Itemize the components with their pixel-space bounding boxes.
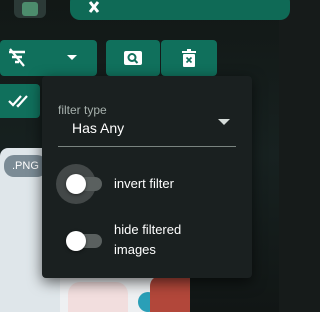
select-all-button[interactable]: [0, 84, 40, 118]
invert-filter-label: invert filter: [114, 176, 174, 191]
top-action-bar[interactable]: [70, 0, 290, 20]
caret-down-icon[interactable]: [66, 54, 78, 62]
image-search-icon: [124, 51, 142, 65]
filter-button[interactable]: [0, 40, 97, 76]
filter-off-icon: [9, 48, 25, 67]
hide-filtered-label: hide filtered images: [114, 222, 182, 257]
image-thumbnail: [60, 276, 190, 312]
dropdown-arrow-icon[interactable]: [218, 119, 230, 125]
delete-button[interactable]: [161, 40, 217, 76]
double-check-icon: [8, 95, 28, 108]
file-type-badge: .PNG: [4, 155, 47, 177]
shuffle-icon: [88, 1, 100, 13]
top-thumbnail[interactable]: [14, 0, 46, 18]
select-underline: [58, 146, 236, 147]
filter-type-label: filter type: [58, 103, 107, 117]
filter-popup: filter type Has Any invert filter hide f…: [42, 76, 252, 278]
invert-filter-toggle[interactable]: [56, 164, 102, 204]
delete-icon: [182, 49, 196, 67]
hide-filtered-toggle[interactable]: [66, 231, 102, 251]
image-search-button[interactable]: [106, 40, 160, 76]
filter-type-select[interactable]: Has Any: [72, 120, 124, 136]
